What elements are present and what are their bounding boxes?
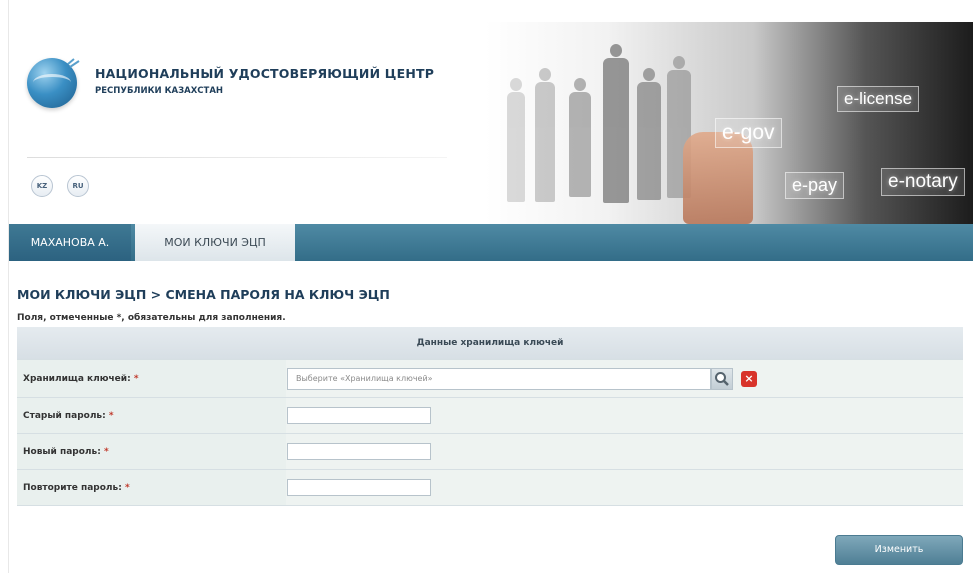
- new-password-label: Новый пароль: *: [17, 433, 286, 470]
- key-store-label-text: Хранилища ключей:: [23, 373, 131, 384]
- old-password-label: Старый пароль: *: [17, 397, 286, 434]
- banner-e-pay: e-pay: [785, 172, 845, 199]
- site-header: НАЦИОНАЛЬНЫЙ УДОСТОВЕРЯЮЩИЙ ЦЕНТР РЕСПУБ…: [9, 0, 973, 224]
- required-note: Поля, отмеченные *, обязательны для запо…: [17, 313, 286, 323]
- sparkle-icon: [67, 58, 80, 68]
- old-password-label-text: Старый пароль:: [23, 410, 106, 421]
- submit-button[interactable]: Изменить: [835, 535, 963, 565]
- required-mark: *: [133, 373, 139, 384]
- search-icon: [715, 371, 729, 386]
- repeat-password-label-text: Повторите пароль:: [23, 482, 122, 493]
- close-icon: ×: [744, 371, 754, 385]
- breadcrumb: МОИ КЛЮЧИ ЭЦП > СМЕНА ПАРОЛЯ НА КЛЮЧ ЭЦП: [17, 287, 390, 302]
- required-mark: *: [124, 482, 130, 493]
- tab-my-keys[interactable]: МОИ КЛЮЧИ ЭЦП: [135, 224, 295, 261]
- key-store-form: Данные хранилища ключей Хранилища ключей…: [17, 327, 963, 506]
- repeat-password-field[interactable]: [287, 479, 431, 496]
- clear-button[interactable]: ×: [741, 370, 757, 387]
- key-store-label: Хранилища ключей: *: [17, 359, 286, 398]
- required-mark: *: [103, 446, 109, 457]
- search-button[interactable]: [711, 367, 733, 390]
- new-password-control: [286, 433, 963, 470]
- new-password-field[interactable]: [287, 443, 431, 460]
- repeat-password-control: [286, 469, 963, 506]
- main-nav: МАХАНОВА А. МОИ КЛЮЧИ ЭЦП: [9, 224, 973, 261]
- required-mark: *: [108, 410, 114, 421]
- header-divider: [27, 157, 447, 158]
- org-subtitle: РЕСПУБЛИКИ КАЗАХСТАН: [95, 86, 224, 96]
- key-store-input[interactable]: Выберите «Хранилища ключей»: [287, 367, 711, 390]
- banner-e-license: e-license: [837, 86, 920, 112]
- page: НАЦИОНАЛЬНЫЙ УДОСТОВЕРЯЮЩИЙ ЦЕНТР РЕСПУБ…: [8, 0, 973, 573]
- old-password-control: [286, 397, 963, 434]
- repeat-password-label: Повторите пароль: *: [17, 469, 286, 506]
- key-store-select: Выберите «Хранилища ключей» ×: [287, 367, 759, 390]
- lang-kz-button[interactable]: KZ: [31, 175, 53, 197]
- banner-e-notary: e-notary: [881, 168, 965, 196]
- key-store-control: Выберите «Хранилища ключей» ×: [286, 359, 963, 398]
- form-section-header: Данные хранилища ключей: [17, 327, 963, 360]
- header-banner: e-license e-gov e-pay e-notary: [485, 22, 973, 224]
- old-password-field[interactable]: [287, 407, 431, 424]
- new-password-label-text: Новый пароль:: [23, 446, 101, 457]
- lang-ru-button[interactable]: RU: [67, 175, 89, 197]
- banner-e-gov: e-gov: [715, 118, 782, 148]
- tab-user[interactable]: МАХАНОВА А.: [9, 224, 131, 261]
- org-name[interactable]: НАЦИОНАЛЬНЫЙ УДОСТОВЕРЯЮЩИЙ ЦЕНТР: [95, 66, 434, 81]
